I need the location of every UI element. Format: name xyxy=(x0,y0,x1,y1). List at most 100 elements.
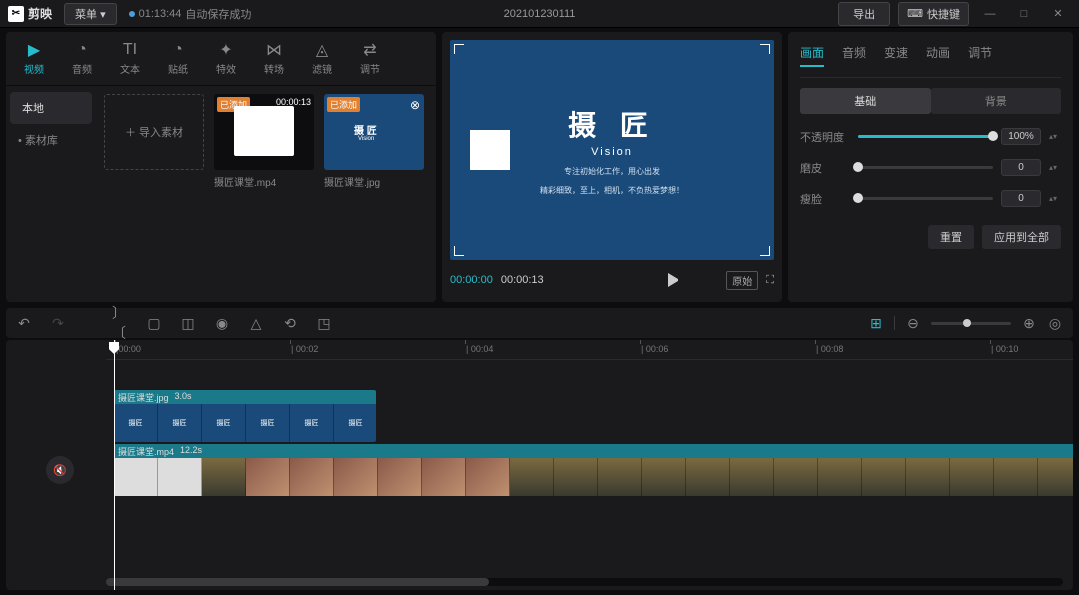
mirror-button[interactable]: △ xyxy=(248,315,264,331)
track-overlay[interactable]: 摄匠课堂.jpg3.0s 摄匠摄匠摄匠摄匠摄匠摄匠 xyxy=(106,390,1073,442)
apply-all-button[interactable]: 应用到全部 xyxy=(982,225,1061,249)
redo-button[interactable]: ↷ xyxy=(50,315,66,331)
sticker-icon: ◔ xyxy=(169,41,187,59)
opacity-label: 不透明度 xyxy=(800,129,850,145)
reset-button[interactable]: 重置 xyxy=(928,225,974,249)
subtab-background[interactable]: 背景 xyxy=(931,88,1062,114)
media-thumbnail: 已添加 ⊗ 摄 匠 Vision xyxy=(324,94,424,170)
ruler-tick: | 00:10 xyxy=(991,344,1018,354)
subtab-basic[interactable]: 基础 xyxy=(800,88,931,114)
sidebar-item-library[interactable]: • 素材库 xyxy=(6,124,96,156)
media-thumbnail: 已添加 00:00:13 xyxy=(214,94,314,170)
video-icon: ▶ xyxy=(25,41,43,59)
preview-controls: 00:00:00 00:00:13 原始 ⛶ xyxy=(450,266,774,294)
logo-icon: ✂ xyxy=(8,6,24,22)
split-button[interactable]: 〕〔 xyxy=(112,315,128,331)
face-slider[interactable] xyxy=(858,197,993,200)
stepper-icon[interactable]: ▴▾ xyxy=(1049,194,1061,203)
speed-button[interactable]: ◉ xyxy=(214,315,230,331)
skin-slider[interactable] xyxy=(858,166,993,169)
zoom-out-button[interactable]: ⊖ xyxy=(905,315,921,331)
adjust-icon: ⇄ xyxy=(361,41,379,59)
maximize-button[interactable]: □ xyxy=(1011,4,1037,24)
timeline-ruler[interactable]: |00:00 | 00:02 | 00:04 | 00:06 | 00:08 |… xyxy=(106,340,1073,360)
scrollbar-thumb[interactable] xyxy=(106,578,489,586)
tab-sticker[interactable]: ◔贴纸 xyxy=(154,41,202,76)
minimize-button[interactable]: — xyxy=(977,4,1003,24)
save-indicator: 01:13:44 自动保存成功 xyxy=(129,6,252,22)
import-button[interactable]: ＋ 导入素材 xyxy=(104,94,204,170)
skin-row: 磨皮 0 ▴▾ xyxy=(800,159,1061,176)
clip-video[interactable]: 摄匠课堂.mp412.2s xyxy=(114,444,1073,496)
zoom-in-button[interactable]: ⊕ xyxy=(1021,315,1037,331)
original-ratio-button[interactable]: 原始 xyxy=(726,271,758,290)
corner-handle[interactable] xyxy=(454,246,464,256)
playhead[interactable] xyxy=(114,340,115,590)
skin-label: 磨皮 xyxy=(800,160,850,176)
menu-button[interactable]: 菜单 ▾ xyxy=(64,3,117,25)
timeline-scrollbar[interactable] xyxy=(106,578,1063,586)
opacity-slider[interactable] xyxy=(858,135,993,138)
save-time: 01:13:44 xyxy=(139,8,182,20)
clip-image[interactable]: 摄匠课堂.jpg3.0s 摄匠摄匠摄匠摄匠摄匠摄匠 xyxy=(114,390,376,442)
tab-transition[interactable]: ⋈转场 xyxy=(250,41,298,76)
tab-effect[interactable]: ✦特效 xyxy=(202,41,250,76)
media-grid: ＋ 导入素材 已添加 00:00:13 摄匠课堂.mp4 已添加 ⊗ 摄 匠 V… xyxy=(96,86,436,302)
tab-filter[interactable]: ◬滤镜 xyxy=(298,41,346,76)
effect-icon: ✦ xyxy=(217,41,235,59)
ruler-tick: |00:00 xyxy=(116,344,141,354)
media-item[interactable]: 已添加 00:00:13 摄匠课堂.mp4 xyxy=(214,94,314,189)
tab-animation[interactable]: 动画 xyxy=(926,44,950,67)
app-name: 剪映 xyxy=(28,5,52,22)
export-button[interactable]: 导出 xyxy=(838,2,890,26)
titlebar: ✂ 剪映 菜单 ▾ 01:13:44 自动保存成功 202101230111 导… xyxy=(0,0,1079,28)
close-button[interactable]: ✕ xyxy=(1045,4,1071,24)
track-main[interactable]: 🔇 摄匠课堂.mp412.2s xyxy=(106,444,1073,496)
save-dot-icon xyxy=(129,11,135,17)
zoom-slider[interactable] xyxy=(931,322,1011,325)
corner-handle[interactable] xyxy=(760,44,770,54)
shortcut-button[interactable]: ⌨ 快捷键 xyxy=(898,2,969,26)
preview-text: 精彩细致，至上，相机，不负热爱梦想！ xyxy=(540,185,684,196)
stepper-icon[interactable]: ▴▾ xyxy=(1049,163,1061,172)
timeline[interactable]: |00:00 | 00:02 | 00:04 | 00:06 | 00:08 |… xyxy=(6,340,1073,590)
audio-icon: ◔ xyxy=(73,41,91,59)
tab-picture[interactable]: 画面 xyxy=(800,44,824,67)
app-logo: ✂ 剪映 xyxy=(8,5,52,22)
delete-button[interactable]: ▢ xyxy=(146,315,162,331)
corner-handle[interactable] xyxy=(454,44,464,54)
snap-icon[interactable]: ⊞ xyxy=(868,315,884,331)
face-value[interactable]: 0 xyxy=(1001,190,1041,207)
media-item[interactable]: 已添加 ⊗ 摄 匠 Vision 摄匠课堂.jpg xyxy=(324,94,424,189)
sidebar-item-local[interactable]: 本地 xyxy=(10,92,92,124)
undo-button[interactable]: ↶ xyxy=(16,315,32,331)
stepper-icon[interactable]: ▴▾ xyxy=(1049,132,1061,141)
preview-canvas[interactable]: 摄 匠 Vision 专注初始化工作，用心出发 精彩细致，至上，相机，不负热爱梦… xyxy=(450,40,774,260)
tab-text[interactable]: TI文本 xyxy=(106,41,154,76)
qr-code xyxy=(470,130,510,170)
total-time: 00:00:13 xyxy=(501,274,544,286)
tab-speed[interactable]: 变速 xyxy=(884,44,908,67)
media-panel: ▶视频 ◔音频 TI文本 ◔贴纸 ✦特效 ⋈转场 ◬滤镜 ⇄调节 本地 • 素材… xyxy=(6,32,436,302)
tab-video[interactable]: ▶视频 xyxy=(10,41,58,76)
tab-audio[interactable]: ◔音频 xyxy=(58,41,106,76)
crop-tool-button[interactable]: ◳ xyxy=(316,315,332,331)
crop-button[interactable]: ◫ xyxy=(180,315,196,331)
tab-adjust[interactable]: ⇄调节 xyxy=(346,41,394,76)
opacity-value[interactable]: 100% xyxy=(1001,128,1041,145)
ruler-tick: | 00:02 xyxy=(291,344,318,354)
preview-panel: 摄 匠 Vision 专注初始化工作，用心出发 精彩细致，至上，相机，不负热爱梦… xyxy=(442,32,782,302)
zoom-fit-button[interactable]: ◎ xyxy=(1047,315,1063,331)
property-tabs: 画面 音频 变速 动画 调节 xyxy=(800,40,1061,78)
properties-panel: 画面 音频 变速 动画 调节 基础 背景 不透明度 100% ▴▾ 磨皮 0 ▴… xyxy=(788,32,1073,302)
mute-button[interactable]: 🔇 xyxy=(46,456,74,484)
rotate-button[interactable]: ⟲ xyxy=(282,315,298,331)
ruler-tick: | 00:04 xyxy=(466,344,493,354)
skin-value[interactable]: 0 xyxy=(1001,159,1041,176)
play-button[interactable] xyxy=(668,273,682,287)
corner-handle[interactable] xyxy=(760,246,770,256)
tab-adjust-prop[interactable]: 调节 xyxy=(968,44,992,67)
fullscreen-icon[interactable]: ⛶ xyxy=(766,274,774,287)
filter-icon: ◬ xyxy=(313,41,331,59)
tab-audio-prop[interactable]: 音频 xyxy=(842,44,866,67)
